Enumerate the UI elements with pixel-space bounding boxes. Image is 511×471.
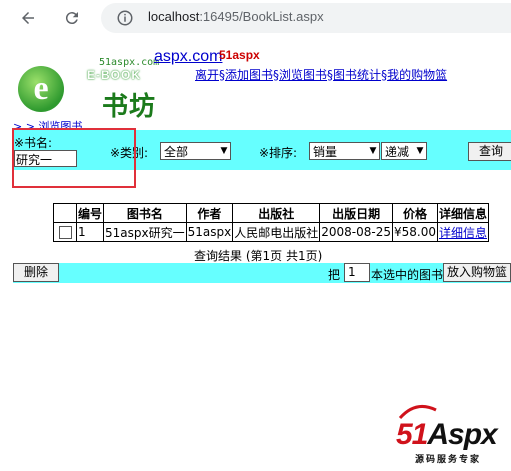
move-prefix-label: 把: [328, 268, 341, 282]
chevron-down-icon: ▼: [416, 146, 424, 156]
sort-field-select[interactable]: 销量 ▼: [309, 142, 380, 160]
cell-detail: 详细信息: [436, 222, 490, 242]
delete-button[interactable]: 删除: [13, 263, 59, 282]
add-to-basket-button[interactable]: 放入购物篮: [443, 263, 511, 282]
watermark-brand: 51Aspx: [396, 418, 498, 451]
book-table: 编号 图书名 作者 出版社 出版日期 价格 详细信息 1 51aspx研究一 5…: [53, 203, 490, 242]
category-select[interactable]: 全部 ▼: [160, 142, 231, 160]
cell-publisher: 人民邮电出版社: [232, 222, 321, 242]
highlight-annotation: [12, 128, 136, 188]
col-header-price: 价格: [391, 203, 438, 223]
nav-book-stats[interactable]: 图书统计: [333, 68, 381, 82]
page-content: 51aspx.com E-BOOK e 书坊 aspx.com 51aspx 离…: [0, 36, 511, 471]
info-icon[interactable]: [116, 9, 134, 27]
col-header-select: [53, 203, 77, 223]
logo-e-icon: e: [18, 66, 64, 112]
col-header-author: 作者: [185, 203, 234, 223]
sort-order-value: 递减: [385, 144, 410, 159]
logo-ebook-text: E-BOOK: [87, 68, 141, 82]
browser-toolbar: localhost:16495/BookList.aspx: [0, 0, 511, 36]
action-bar: 删除 把 1 本选中的图书 放入购物篮: [13, 263, 511, 283]
back-arrow-icon: [22, 12, 34, 24]
cell-title: 51aspx研究一: [103, 222, 187, 242]
site-link[interactable]: aspx.com: [154, 48, 222, 66]
table-row: 1 51aspx研究一 51aspx 人民邮电出版社 2008-08-25 ¥5…: [53, 222, 490, 242]
row-checkbox[interactable]: [58, 226, 72, 239]
result-status: 查询结果 (第1页 共1页): [194, 249, 323, 263]
brand-text: 51aspx: [219, 48, 260, 62]
url-text: localhost:16495/BookList.aspx: [148, 9, 324, 24]
col-header-date: 出版日期: [319, 203, 393, 223]
nav-my-basket[interactable]: 我的购物篮: [387, 68, 447, 82]
sort-field-value: 销量: [313, 144, 338, 159]
logo: 51aspx.com E-BOOK e 书坊: [14, 46, 164, 122]
row-checkbox-cell: [53, 222, 77, 242]
back-button[interactable]: [16, 6, 40, 30]
sort-label: ※排序:: [259, 146, 298, 160]
watermark-logo: 51Aspx 源码服务专家: [388, 404, 510, 466]
nav-browse-books[interactable]: 浏览图书: [279, 68, 327, 82]
cell-author: 51aspx: [185, 222, 234, 242]
reload-icon: [65, 12, 78, 25]
watermark-tagline: 源码服务专家: [415, 455, 482, 465]
reload-button[interactable]: [60, 6, 84, 30]
logo-site-text: 51aspx.com: [99, 57, 160, 68]
quantity-input[interactable]: 1: [344, 263, 370, 282]
col-header-detail: 详细信息: [436, 203, 490, 223]
col-header-id: 编号: [75, 203, 105, 223]
cell-id: 1: [75, 222, 105, 242]
nav-add-book[interactable]: 添加图书: [225, 68, 273, 82]
chevron-down-icon: ▼: [220, 146, 228, 156]
top-nav: 离开§添加图书§浏览图书§图书统计§我的购物篮: [195, 66, 447, 83]
nav-logout[interactable]: 离开: [195, 68, 219, 82]
cell-date: 2008-08-25: [319, 222, 393, 242]
table-header-row: 编号 图书名 作者 出版社 出版日期 价格 详细信息: [53, 203, 490, 223]
col-header-publisher: 出版社: [232, 203, 321, 223]
sort-order-select[interactable]: 递减 ▼: [381, 142, 427, 160]
query-button[interactable]: 查询: [468, 142, 511, 161]
logo-cn-text: 书坊: [102, 92, 157, 122]
move-suffix-label: 本选中的图书: [371, 268, 444, 282]
col-header-title: 图书名: [103, 203, 187, 223]
detail-link[interactable]: 详细信息: [439, 226, 487, 240]
chevron-down-icon: ▼: [369, 146, 377, 156]
address-bar[interactable]: localhost:16495/BookList.aspx: [101, 3, 511, 33]
cell-price: ¥58.00: [391, 222, 438, 242]
category-value: 全部: [164, 144, 189, 159]
